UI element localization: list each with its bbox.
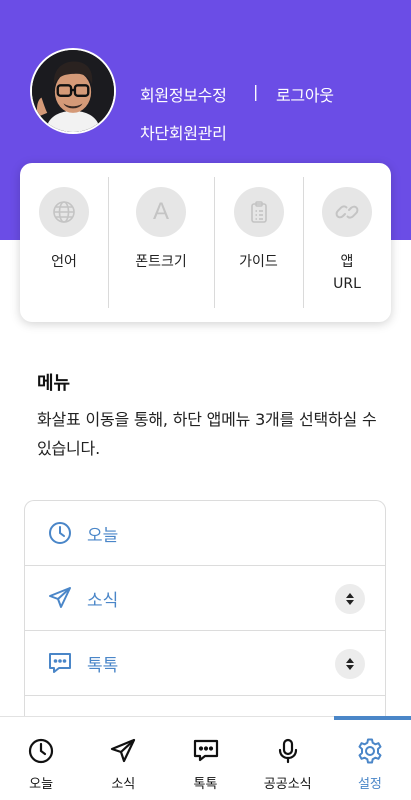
avatar[interactable]: [30, 48, 116, 134]
nav-tab-label: 톡톡: [193, 777, 218, 792]
font-letter-icon: A: [136, 187, 186, 237]
avatar-image: [32, 50, 114, 132]
nav-tab-news[interactable]: 소식: [82, 717, 164, 800]
header-separator: |: [253, 82, 259, 101]
menu-row-label: 오늘: [87, 525, 119, 546]
logout-link[interactable]: 로그아웃: [276, 82, 334, 106]
nav-tab-label: 소식: [111, 777, 136, 792]
menu-section-title: 메뉴: [37, 373, 71, 394]
paper-plane-icon: [111, 738, 136, 763]
edit-profile-link[interactable]: 회원정보수정: [140, 82, 227, 106]
quick-settings-card: 언어 A 폰트크기 가이드 앱 URL: [20, 163, 391, 322]
menu-row-label: 소식: [87, 590, 119, 611]
nav-tab-label: 공공소식: [263, 777, 312, 792]
font-size-label: 폰트크기: [135, 254, 187, 270]
language-label: 언어: [51, 254, 77, 270]
gear-icon: [358, 738, 382, 764]
nav-tab-public-news[interactable]: 공공소식: [247, 717, 329, 800]
reorder-button[interactable]: [335, 584, 365, 614]
nav-tab-label: 설정: [357, 777, 382, 792]
nav-tab-today[interactable]: 오늘: [0, 717, 82, 800]
guide-button[interactable]: 가이드: [214, 163, 303, 322]
menu-row-news[interactable]: 소식: [25, 566, 385, 631]
clipboard-icon: [233, 187, 284, 237]
font-size-button[interactable]: A 폰트크기: [108, 163, 214, 322]
link-icon: [322, 187, 372, 237]
reorder-button[interactable]: [335, 649, 365, 679]
chat-bubble-icon: [49, 653, 71, 673]
menu-row-label: 톡톡: [87, 655, 119, 676]
chat-bubble-icon: [193, 739, 218, 762]
language-button[interactable]: 언어: [20, 163, 108, 322]
nav-tab-settings[interactable]: 설정: [329, 717, 411, 800]
sort-arrows-icon: [346, 593, 354, 605]
clock-icon: [49, 522, 71, 544]
menu-row-today[interactable]: 오늘: [25, 501, 385, 566]
globe-icon: [39, 187, 89, 237]
blocked-members-link[interactable]: 차단회원관리: [140, 120, 227, 144]
menu-row-talk[interactable]: 톡톡: [25, 631, 385, 696]
app-url-button[interactable]: 앱 URL: [303, 163, 391, 322]
nav-tab-talk[interactable]: 톡톡: [164, 717, 246, 800]
app-url-label: 앱 URL: [333, 254, 361, 292]
clock-icon: [28, 738, 54, 764]
menu-order-list: 오늘 소식 톡톡: [24, 500, 386, 740]
nav-tab-label: 오늘: [29, 777, 54, 792]
paper-plane-icon: [49, 587, 71, 608]
microphone-icon: [278, 738, 297, 764]
font-letter-glyph: A: [152, 198, 169, 225]
sort-arrows-icon: [346, 658, 354, 670]
guide-label: 가이드: [239, 254, 278, 270]
menu-description: 화살표 이동을 통해, 하단 앱메뉴 3개를 선택하실 수 있습니다.: [37, 410, 377, 458]
bottom-navigation: 오늘 소식 톡톡 공공소식 설정: [0, 716, 411, 800]
